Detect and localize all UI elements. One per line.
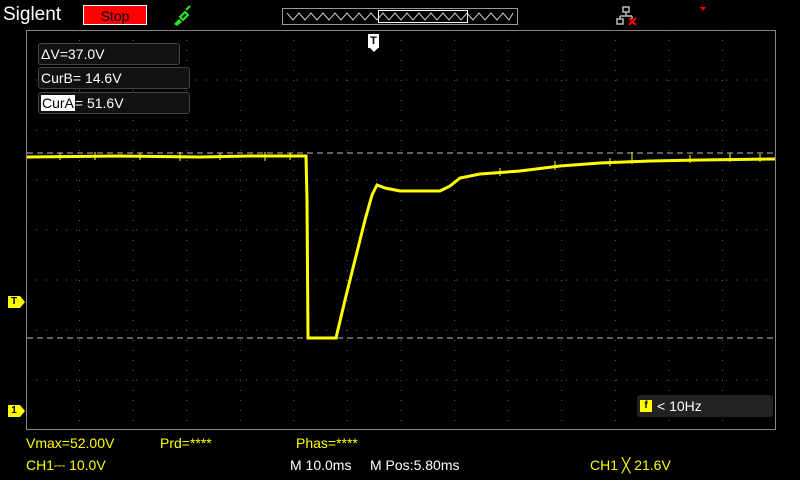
cursor-b-value: = 14.6V xyxy=(72,70,122,86)
channel1-ground-marker[interactable]: 1 xyxy=(8,405,25,417)
frequency-counter: f < 10Hz xyxy=(637,395,773,417)
cursor-a-label: CurA xyxy=(41,95,75,111)
trigger-time-marker[interactable]: T xyxy=(368,34,379,52)
cursor-a-value: = 51.6V xyxy=(74,95,124,111)
memory-position-status: M Pos:5.80ms xyxy=(370,457,460,473)
cursor-b-label: CurB xyxy=(41,70,73,86)
period-measurement: Prd=**** xyxy=(160,435,212,451)
timebase-status: M 10.0ms xyxy=(290,457,352,473)
cursor-a-readout: CurA= 51.6V xyxy=(38,92,190,114)
delta-v-value: ΔV=37.0V xyxy=(41,46,105,62)
trigger-status: CH1 ╳ 21.6V xyxy=(590,457,671,473)
frequency-value: < 10Hz xyxy=(657,398,702,414)
vmax-measurement: Vmax=52.00V xyxy=(26,435,115,451)
cursor-b-readout: CurB= 14.6V xyxy=(38,67,190,89)
graticule xyxy=(26,30,776,430)
trigger-level-marker[interactable]: T xyxy=(8,296,25,308)
cursor-delta-readout: ΔV=37.0V xyxy=(38,43,180,65)
frequency-icon: f xyxy=(640,400,652,412)
ch1-scale-status: CH1⎓ 10.0V xyxy=(26,457,106,473)
phase-measurement: Phas=**** xyxy=(296,435,358,451)
